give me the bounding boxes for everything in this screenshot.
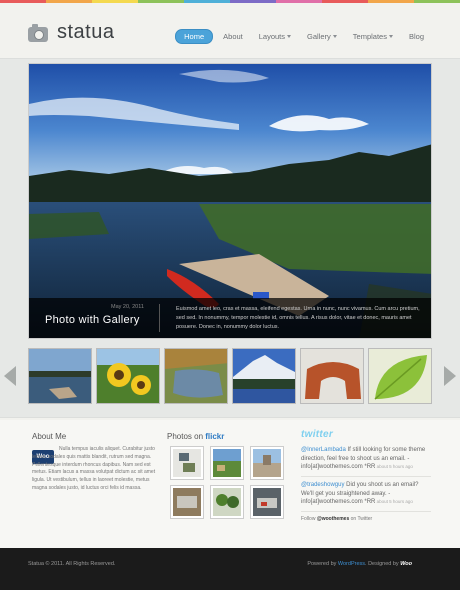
flickr-title-prefix: Photos on <box>167 432 206 441</box>
site-header: statua Home About Layouts Gallery Templa… <box>0 3 460 58</box>
powered-by: Powered by WordPress. Designed by Woo <box>307 561 412 567</box>
flickr-logo[interactable]: flickr <box>205 432 224 441</box>
slide-title[interactable]: Photo with Gallery <box>45 314 140 326</box>
tweet-list: @InnerLambada If still looking for some … <box>301 446 431 522</box>
tweet-user-link[interactable]: @tradeshowguy <box>301 482 344 488</box>
camera-icon[interactable] <box>28 24 48 42</box>
powered-prefix: Powered by <box>307 561 338 567</box>
tweet-time[interactable]: about 5 hours ago <box>375 499 413 504</box>
main-nav: Home About Layouts Gallery Templates Blo… <box>175 29 430 44</box>
flickr-photo[interactable] <box>250 485 284 519</box>
designed-prefix: . Designed by <box>365 561 401 567</box>
nav-label: Templates <box>352 32 387 41</box>
follow-suffix: on Twitter <box>349 516 373 523</box>
about-text: Nulla tempus iaculis aliquet. Curabitur … <box>32 446 156 491</box>
sunflower-thumb[interactable] <box>96 348 160 404</box>
slide-caption: May 20, 2011 Photo with Gallery Euismod … <box>29 298 431 338</box>
nav-item-home[interactable]: Home <box>175 29 214 44</box>
about-title: About Me <box>32 432 67 441</box>
slide-excerpt: Euismod amet leo, cras et massa, eleifen… <box>176 306 420 330</box>
wordpress-link[interactable]: WordPress <box>338 561 365 567</box>
woo-footer-logo[interactable]: Woo <box>400 561 412 567</box>
slide-thumbnails <box>28 348 432 404</box>
chevron-down-icon <box>287 35 292 38</box>
flickr-photo[interactable] <box>170 485 204 519</box>
leaf-thumb[interactable] <box>368 348 432 404</box>
flickr-grid <box>170 446 290 519</box>
footer-widgets: About Me Woo Nulla tempus iaculis alique… <box>0 420 460 548</box>
prev-arrow-icon[interactable] <box>4 366 16 386</box>
nav-label: Layouts <box>258 32 286 41</box>
slide-date: May 20, 2011 <box>111 304 144 310</box>
flickr-photo[interactable] <box>170 446 204 480</box>
tweet-time[interactable]: about 5 hours ago <box>375 464 413 469</box>
follow-link[interactable]: @woothemes <box>317 516 349 522</box>
follow-prefix: Follow <box>301 516 317 523</box>
caption-divider <box>159 304 160 332</box>
nav-item-gallery[interactable]: Gallery <box>301 29 343 44</box>
chevron-down-icon <box>332 35 337 38</box>
nav-item-about[interactable]: About <box>217 29 249 44</box>
chevron-down-icon <box>388 35 393 38</box>
nav-label: Home <box>184 32 205 41</box>
next-arrow-icon[interactable] <box>444 366 456 386</box>
lake-thumb[interactable] <box>28 348 92 404</box>
site-footer: Statua © 2011. All Rights Reserved. Powe… <box>0 548 460 590</box>
flickr-photo[interactable] <box>210 446 244 480</box>
copyright-text: Statua © 2011. All Rights Reserved. <box>28 561 116 567</box>
nav-item-templates[interactable]: Templates <box>347 29 399 44</box>
follow-line: Follow @woothemes on Twitter <box>301 516 431 522</box>
flickr-photo[interactable] <box>210 485 244 519</box>
mountain-thumb[interactable] <box>232 348 296 404</box>
tweet-user-link[interactable]: @InnerLambada <box>301 447 346 453</box>
tweet: @tradeshowguy Did you shoot us an email?… <box>301 481 431 513</box>
rock-arch-thumb[interactable] <box>300 348 364 404</box>
flickr-title: Photos on flickr <box>167 432 224 441</box>
flickr-photo[interactable] <box>250 446 284 480</box>
featured-slide[interactable]: May 20, 2011 Photo with Gallery Euismod … <box>28 63 432 339</box>
nav-label: About <box>223 32 243 41</box>
nav-label: Gallery <box>307 32 331 41</box>
nav-label: Blog <box>408 32 424 41</box>
river-thumb[interactable] <box>164 348 228 404</box>
tweet: @InnerLambada If still looking for some … <box>301 446 431 478</box>
twitter-logo[interactable]: twitter <box>301 429 333 440</box>
nav-item-layouts[interactable]: Layouts <box>253 29 297 44</box>
nav-item-blog[interactable]: Blog <box>403 29 430 44</box>
site-logo[interactable]: statua <box>57 21 114 44</box>
